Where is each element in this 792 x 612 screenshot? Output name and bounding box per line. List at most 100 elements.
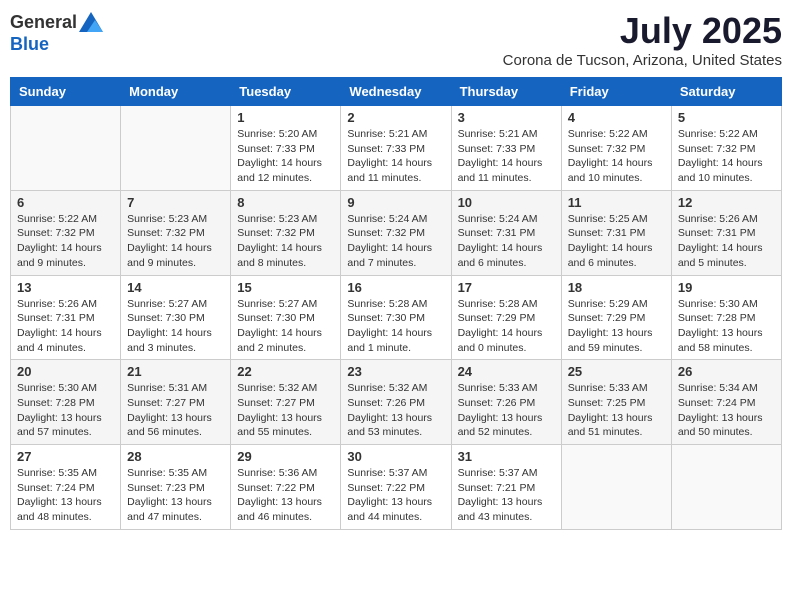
day-info: Sunrise: 5:35 AMSunset: 7:24 PMDaylight:… (17, 466, 114, 525)
calendar-cell: 11Sunrise: 5:25 AMSunset: 7:31 PMDayligh… (561, 190, 671, 275)
calendar-cell: 3Sunrise: 5:21 AMSunset: 7:33 PMDaylight… (451, 106, 561, 191)
day-number: 21 (127, 364, 224, 379)
day-number: 14 (127, 280, 224, 295)
calendar-week-row: 13Sunrise: 5:26 AMSunset: 7:31 PMDayligh… (11, 275, 782, 360)
day-header-sunday: Sunday (11, 78, 121, 106)
calendar-cell: 25 Sunrise: 5:33 AMSunset: 7:25 PMDayligh… (561, 360, 671, 445)
day-info: Sunrise: 5:30 AMSunset: 7:28 PMDaylight:… (17, 381, 114, 440)
calendar-cell: 9 Sunrise: 5:24 AMSunset: 7:32 PMDaylight… (341, 190, 451, 275)
calendar-cell (561, 445, 671, 530)
day-info: Sunrise: 5:37 AMSunset: 7:21 PMDaylight:… (458, 466, 555, 525)
day-number: 31 (458, 449, 555, 464)
day-header-wednesday: Wednesday (341, 78, 451, 106)
day-number: 12 (678, 195, 775, 210)
day-info: Sunrise: 5:20 AMSunset: 7:33 PMDaylight:… (237, 127, 334, 186)
day-number: 25 (568, 364, 665, 379)
day-number: 8 (237, 195, 334, 210)
calendar-cell: 18Sunrise: 5:29 AMSunset: 7:29 PMDayligh… (561, 275, 671, 360)
day-number: 9 (347, 195, 444, 210)
day-number: 30 (347, 449, 444, 464)
calendar-cell: 13Sunrise: 5:26 AMSunset: 7:31 PMDayligh… (11, 275, 121, 360)
day-info: Sunrise: 5:32 AMSunset: 7:27 PMDaylight:… (237, 381, 334, 440)
calendar-cell: 7 Sunrise: 5:23 AMSunset: 7:32 PMDaylight… (121, 190, 231, 275)
day-number: 28 (127, 449, 224, 464)
calendar-cell: 1 Sunrise: 5:20 AMSunset: 7:33 PMDaylight… (231, 106, 341, 191)
calendar-cell: 20Sunrise: 5:30 AMSunset: 7:28 PMDayligh… (11, 360, 121, 445)
day-info: Sunrise: 5:22 AMSunset: 7:32 PMDaylight:… (568, 127, 665, 186)
day-info: Sunrise: 5:33 AMSunset: 7:25 PMDaylight:… (568, 381, 665, 440)
day-number: 4 (568, 110, 665, 125)
day-header-monday: Monday (121, 78, 231, 106)
calendar-cell: 4 Sunrise: 5:22 AMSunset: 7:32 PMDaylight… (561, 106, 671, 191)
day-number: 5 (678, 110, 775, 125)
logo: General Blue (10, 10, 103, 55)
day-header-friday: Friday (561, 78, 671, 106)
day-info: Sunrise: 5:29 AMSunset: 7:29 PMDaylight:… (568, 297, 665, 356)
calendar-cell: 14 Sunrise: 5:27 AMSunset: 7:30 PMDayligh… (121, 275, 231, 360)
day-info: Sunrise: 5:34 AMSunset: 7:24 PMDaylight:… (678, 381, 775, 440)
day-number: 29 (237, 449, 334, 464)
calendar-week-row: 6 Sunrise: 5:22 AMSunset: 7:32 PMDaylight… (11, 190, 782, 275)
day-number: 1 (237, 110, 334, 125)
day-info: Sunrise: 5:22 AMSunset: 7:32 PMDaylight:… (17, 212, 114, 271)
day-info: Sunrise: 5:37 AMSunset: 7:22 PMDaylight:… (347, 466, 444, 525)
calendar-cell: 12 Sunrise: 5:26 AMSunset: 7:31 PMDayligh… (671, 190, 781, 275)
calendar-cell: 27 Sunrise: 5:35 AMSunset: 7:24 PMDayligh… (11, 445, 121, 530)
day-info: Sunrise: 5:32 AMSunset: 7:26 PMDaylight:… (347, 381, 444, 440)
day-info: Sunrise: 5:36 AMSunset: 7:22 PMDaylight:… (237, 466, 334, 525)
calendar-cell (121, 106, 231, 191)
day-number: 24 (458, 364, 555, 379)
calendar-week-row: 1 Sunrise: 5:20 AMSunset: 7:33 PMDaylight… (11, 106, 782, 191)
logo-icon (79, 10, 103, 34)
day-header-tuesday: Tuesday (231, 78, 341, 106)
calendar-cell: 5 Sunrise: 5:22 AMSunset: 7:32 PMDaylight… (671, 106, 781, 191)
day-info: Sunrise: 5:27 AMSunset: 7:30 PMDaylight:… (127, 297, 224, 356)
calendar-cell (11, 106, 121, 191)
day-number: 11 (568, 195, 665, 210)
day-info: Sunrise: 5:35 AMSunset: 7:23 PMDaylight:… (127, 466, 224, 525)
day-number: 27 (17, 449, 114, 464)
day-info: Sunrise: 5:21 AMSunset: 7:33 PMDaylight:… (458, 127, 555, 186)
month-title: July 2025 (503, 10, 782, 52)
logo-blue-text: Blue (10, 34, 49, 55)
calendar-cell: 17Sunrise: 5:28 AMSunset: 7:29 PMDayligh… (451, 275, 561, 360)
day-number: 22 (237, 364, 334, 379)
day-info: Sunrise: 5:26 AMSunset: 7:31 PMDaylight:… (678, 212, 775, 271)
day-number: 10 (458, 195, 555, 210)
location-text: Corona de Tucson, Arizona, United States (503, 52, 782, 69)
day-info: Sunrise: 5:28 AMSunset: 7:30 PMDaylight:… (347, 297, 444, 356)
day-header-saturday: Saturday (671, 78, 781, 106)
day-header-thursday: Thursday (451, 78, 561, 106)
calendar-week-row: 20Sunrise: 5:30 AMSunset: 7:28 PMDayligh… (11, 360, 782, 445)
day-info: Sunrise: 5:23 AMSunset: 7:32 PMDaylight:… (127, 212, 224, 271)
calendar-header-row: SundayMondayTuesdayWednesdayThursdayFrid… (11, 78, 782, 106)
calendar-cell: 6 Sunrise: 5:22 AMSunset: 7:32 PMDaylight… (11, 190, 121, 275)
day-info: Sunrise: 5:30 AMSunset: 7:28 PMDaylight:… (678, 297, 775, 356)
calendar-cell: 21Sunrise: 5:31 AMSunset: 7:27 PMDayligh… (121, 360, 231, 445)
calendar-cell (671, 445, 781, 530)
day-number: 2 (347, 110, 444, 125)
day-number: 7 (127, 195, 224, 210)
page-header: General Blue July 2025 Corona de Tucson,… (10, 10, 782, 69)
calendar-cell: 31 Sunrise: 5:37 AMSunset: 7:21 PMDayligh… (451, 445, 561, 530)
day-number: 19 (678, 280, 775, 295)
calendar-cell: 22 Sunrise: 5:32 AMSunset: 7:27 PMDayligh… (231, 360, 341, 445)
calendar-cell: 2 Sunrise: 5:21 AMSunset: 7:33 PMDaylight… (341, 106, 451, 191)
logo-general-text: General (10, 12, 77, 33)
day-number: 6 (17, 195, 114, 210)
day-info: Sunrise: 5:28 AMSunset: 7:29 PMDaylight:… (458, 297, 555, 356)
day-info: Sunrise: 5:22 AMSunset: 7:32 PMDaylight:… (678, 127, 775, 186)
calendar-cell: 24Sunrise: 5:33 AMSunset: 7:26 PMDayligh… (451, 360, 561, 445)
day-info: Sunrise: 5:24 AMSunset: 7:32 PMDaylight:… (347, 212, 444, 271)
calendar-cell: 29 Sunrise: 5:36 AMSunset: 7:22 PMDayligh… (231, 445, 341, 530)
day-number: 26 (678, 364, 775, 379)
day-info: Sunrise: 5:21 AMSunset: 7:33 PMDaylight:… (347, 127, 444, 186)
day-info: Sunrise: 5:23 AMSunset: 7:32 PMDaylight:… (237, 212, 334, 271)
calendar-cell: 19 Sunrise: 5:30 AMSunset: 7:28 PMDayligh… (671, 275, 781, 360)
day-number: 13 (17, 280, 114, 295)
calendar-cell: 16Sunrise: 5:28 AMSunset: 7:30 PMDayligh… (341, 275, 451, 360)
calendar-cell: 30 Sunrise: 5:37 AMSunset: 7:22 PMDayligh… (341, 445, 451, 530)
calendar-cell: 28 Sunrise: 5:35 AMSunset: 7:23 PMDayligh… (121, 445, 231, 530)
day-info: Sunrise: 5:24 AMSunset: 7:31 PMDaylight:… (458, 212, 555, 271)
title-section: July 2025 Corona de Tucson, Arizona, Uni… (503, 10, 782, 69)
